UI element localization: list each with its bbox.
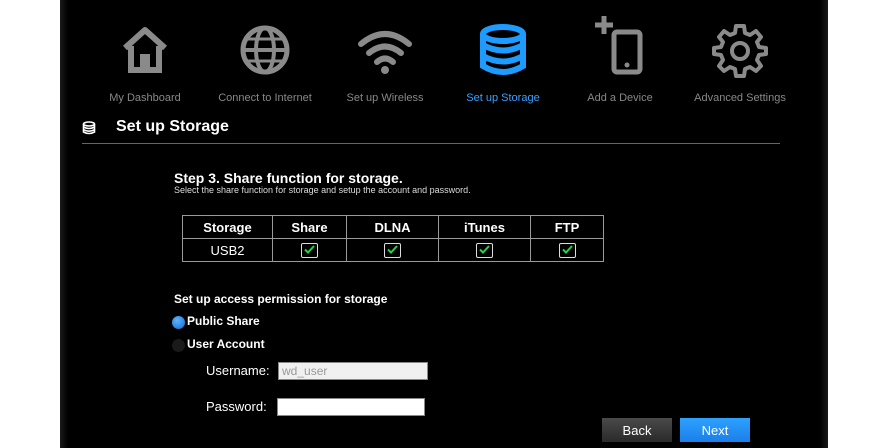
step-subtitle: Select the share function for storage an… [174,185,471,195]
table-row: USB2 [182,238,604,262]
page-title: Set up Storage [116,118,229,135]
username-label: Username: [206,363,270,378]
storage-share-table: Storage Share DLNA iTunes FTP USB2 [182,215,604,262]
storage-icon [480,24,526,75]
title-divider [82,143,780,144]
nav-item-internet[interactable]: Connect to Internet [205,14,325,106]
add-device-icon [595,16,643,75]
nav-label: Connect to Internet [218,92,312,104]
itunes-checkbox[interactable] [476,243,493,259]
gear-icon [712,24,768,78]
storage-name-cell: USB2 [182,238,273,262]
checkmark-icon [387,245,398,254]
password-label: Password: [206,399,267,414]
password-field[interactable] [277,398,425,416]
table-header-row: Storage Share DLNA iTunes FTP [182,215,604,239]
globe-icon [240,25,290,75]
column-header-share: Share [272,215,347,239]
nav-item-dashboard[interactable]: My Dashboard [85,14,205,106]
radio-label: Public Share [187,314,260,328]
dlna-cell [346,238,439,262]
radio-unselected-indicator[interactable] [172,339,185,352]
nav-item-add-device[interactable]: Add a Device [560,14,680,106]
ftp-checkbox[interactable] [558,243,576,259]
nav-item-storage[interactable]: Set up Storage [443,14,563,106]
storage-icon [82,121,96,135]
ftp-cell [530,238,604,262]
checkmark-icon [561,245,573,254]
dlna-checkbox[interactable] [384,243,401,259]
home-icon [122,27,168,73]
back-button[interactable]: Back [602,418,672,442]
nav-item-wireless[interactable]: Set up Wireless [325,14,445,106]
column-header-dlna: DLNA [346,215,439,239]
permission-title: Set up access permission for storage [174,292,388,306]
username-field[interactable] [278,362,428,380]
wifi-icon [358,31,412,74]
column-header-itunes: iTunes [438,215,531,239]
step-title: Step 3. Share function for storage. [174,170,403,186]
nav-label: Set up Wireless [346,92,424,104]
next-button[interactable]: Next [680,418,750,442]
radio-label: User Account [187,337,265,351]
nav-label: Add a Device [587,92,653,104]
checkmark-icon [479,245,490,254]
share-cell [272,238,347,262]
column-header-ftp: FTP [530,215,604,239]
radio-selected-indicator[interactable] [172,316,185,329]
checkmark-icon [304,245,315,254]
nav-label: Advanced Settings [694,92,786,104]
share-checkbox[interactable] [301,243,318,259]
nav-label: My Dashboard [109,92,181,104]
nav-label: Set up Storage [466,92,540,104]
nav-item-advanced[interactable]: Advanced Settings [680,14,800,106]
column-header-storage: Storage [182,215,273,239]
itunes-cell [438,238,531,262]
